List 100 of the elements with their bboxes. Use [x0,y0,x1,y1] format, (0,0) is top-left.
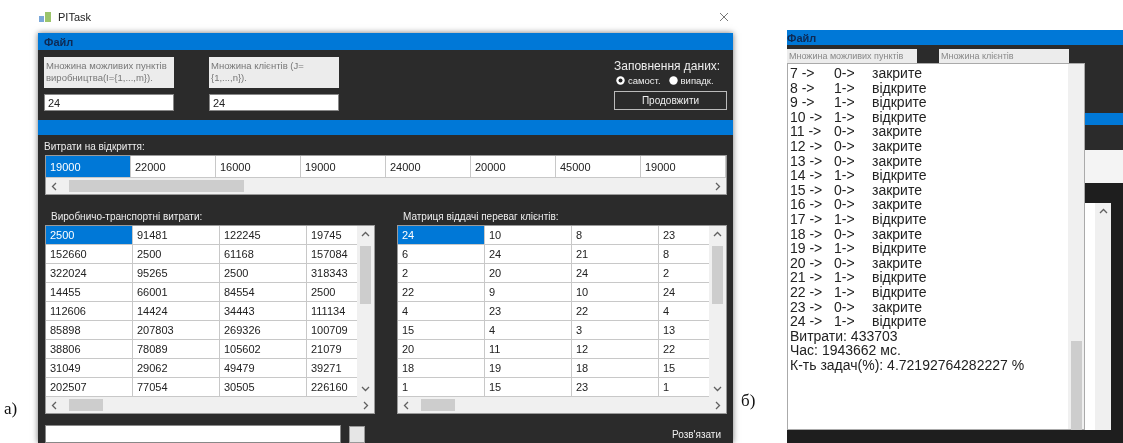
table-cell[interactable]: 24 [572,264,659,283]
scroll-thumb[interactable] [69,180,244,192]
scroll-left-icon[interactable] [50,181,59,191]
table-cell[interactable]: 66001 [133,283,220,302]
status-label: закрите [872,124,922,139]
radio-label[interactable]: випадк. [680,75,714,86]
table-cell[interactable]: 14455 [46,283,133,302]
status-label: відкрите [872,284,927,300]
horizontal-scrollbar[interactable] [46,397,374,413]
radio-button[interactable] [668,76,678,85]
table-cell[interactable]: 15 [398,321,485,340]
table-cell[interactable]: 24 [485,245,572,264]
table-cell[interactable]: 8 [572,226,659,245]
section-label: Виробничо-транспортні витрати: [50,210,204,224]
table-cell[interactable]: 22 [572,302,659,321]
close-icon[interactable] [719,11,729,22]
table-cell[interactable]: 322024 [46,264,133,283]
horizontal-scrollbar[interactable] [46,178,726,194]
table-cell[interactable]: 85898 [46,321,133,340]
table-cell[interactable]: 31049 [46,359,133,378]
table-cell[interactable]: 20 [398,340,485,359]
table-cell[interactable]: 23 [485,302,572,321]
table-cell[interactable]: 152660 [46,245,133,264]
table-cell[interactable]: 19000 [46,156,131,178]
table-cell[interactable]: 4 [485,321,572,340]
field-label: Множина можливих пунктів [787,49,917,63]
table-cell[interactable]: 2500 [220,264,307,283]
scroll-thumb[interactable] [712,246,723,304]
table-cell[interactable]: 20 [485,264,572,283]
table-cell[interactable]: 2 [398,264,485,283]
table-cell[interactable]: 34443 [220,302,307,321]
scroll-right-icon[interactable] [713,400,722,410]
table-cell[interactable]: 207803 [133,321,220,340]
table-cell[interactable]: 18 [398,359,485,378]
table-cell[interactable]: 78089 [133,340,220,359]
table-cell[interactable]: 269326 [220,321,307,340]
table-cell[interactable]: 38806 [46,340,133,359]
scroll-up-icon[interactable] [361,230,370,239]
scroll-right-icon[interactable] [713,181,722,191]
table-cell[interactable]: 22 [398,283,485,302]
table-cell[interactable]: 49479 [220,359,307,378]
table-cell[interactable]: 29062 [133,359,220,378]
vertical-scrollbar[interactable] [1095,203,1111,430]
scroll-thumb[interactable] [421,399,455,411]
point-label: 13 -> [790,153,824,169]
point-label: 10 -> [790,109,824,125]
flag-label: 0-> [834,226,856,242]
table-cell[interactable]: 9 [485,283,572,302]
table-cell[interactable]: 61168 [220,245,307,264]
vertical-scrollbar[interactable] [1068,64,1084,429]
point-label: 15 -> [790,182,824,198]
scroll-right-icon[interactable] [361,400,370,410]
table-cell[interactable]: 122245 [220,226,307,245]
status-label: відкрите [872,270,927,285]
table-cell[interactable]: 95265 [133,264,220,283]
table-cell[interactable]: 112606 [46,302,133,321]
small-button[interactable] [349,426,365,443]
scroll-down-icon[interactable] [361,384,370,393]
continue-button[interactable]: Продовжити [614,91,727,110]
table-cell[interactable]: 2500 [46,226,133,245]
solve-button[interactable]: Розв'язати [666,429,727,443]
table-cell[interactable]: 11 [485,340,572,359]
table-cell[interactable]: 19 [485,359,572,378]
table-cell[interactable]: 10 [572,283,659,302]
table-cell[interactable]: 21 [572,245,659,264]
input-field[interactable]: 24 [44,94,174,111]
point-label: 17 -> [790,211,824,227]
scroll-down-icon[interactable] [713,384,722,393]
table-cell[interactable]: 91481 [133,226,220,245]
point-label: 22 -> [790,284,824,300]
summary-line: Витрати: 433703 [790,328,898,344]
input-field[interactable]: 24 [209,94,339,111]
table-cell[interactable]: 84554 [220,283,307,302]
table-cell[interactable]: 3 [572,321,659,340]
radio-button[interactable] [616,76,625,85]
horizontal-scrollbar[interactable] [398,397,726,413]
scroll-up-icon[interactable] [713,230,722,239]
table-cell[interactable]: 18 [572,359,659,378]
input-field[interactable] [45,425,341,443]
point-label: 12 -> [790,138,824,154]
table-cell[interactable]: 24 [398,226,485,245]
summary-line: К-ть задач(%): 4.72192764282227 % [790,357,1026,373]
table-cell[interactable]: 12 [572,340,659,359]
scroll-left-icon[interactable] [50,400,59,410]
table-cell[interactable]: 14424 [133,302,220,321]
table-cell[interactable]: 105602 [220,340,307,359]
table-cell[interactable]: 6 [398,245,485,264]
scroll-up-icon[interactable] [1098,207,1108,216]
scroll-thumb[interactable] [1070,341,1082,431]
table-cell[interactable]: 2500 [133,245,220,264]
scroll-left-icon[interactable] [402,400,411,410]
table-cell[interactable]: 10 [485,226,572,245]
point-label: 18 -> [790,226,824,242]
radio-label[interactable]: самост. [628,75,661,86]
vertical-scrollbar[interactable] [357,226,374,397]
table-cell[interactable]: 4 [398,302,485,321]
scroll-thumb[interactable] [69,399,103,411]
vertical-scrollbar[interactable] [709,226,726,397]
flag-label: 1-> [834,211,856,227]
scroll-thumb[interactable] [360,246,371,304]
